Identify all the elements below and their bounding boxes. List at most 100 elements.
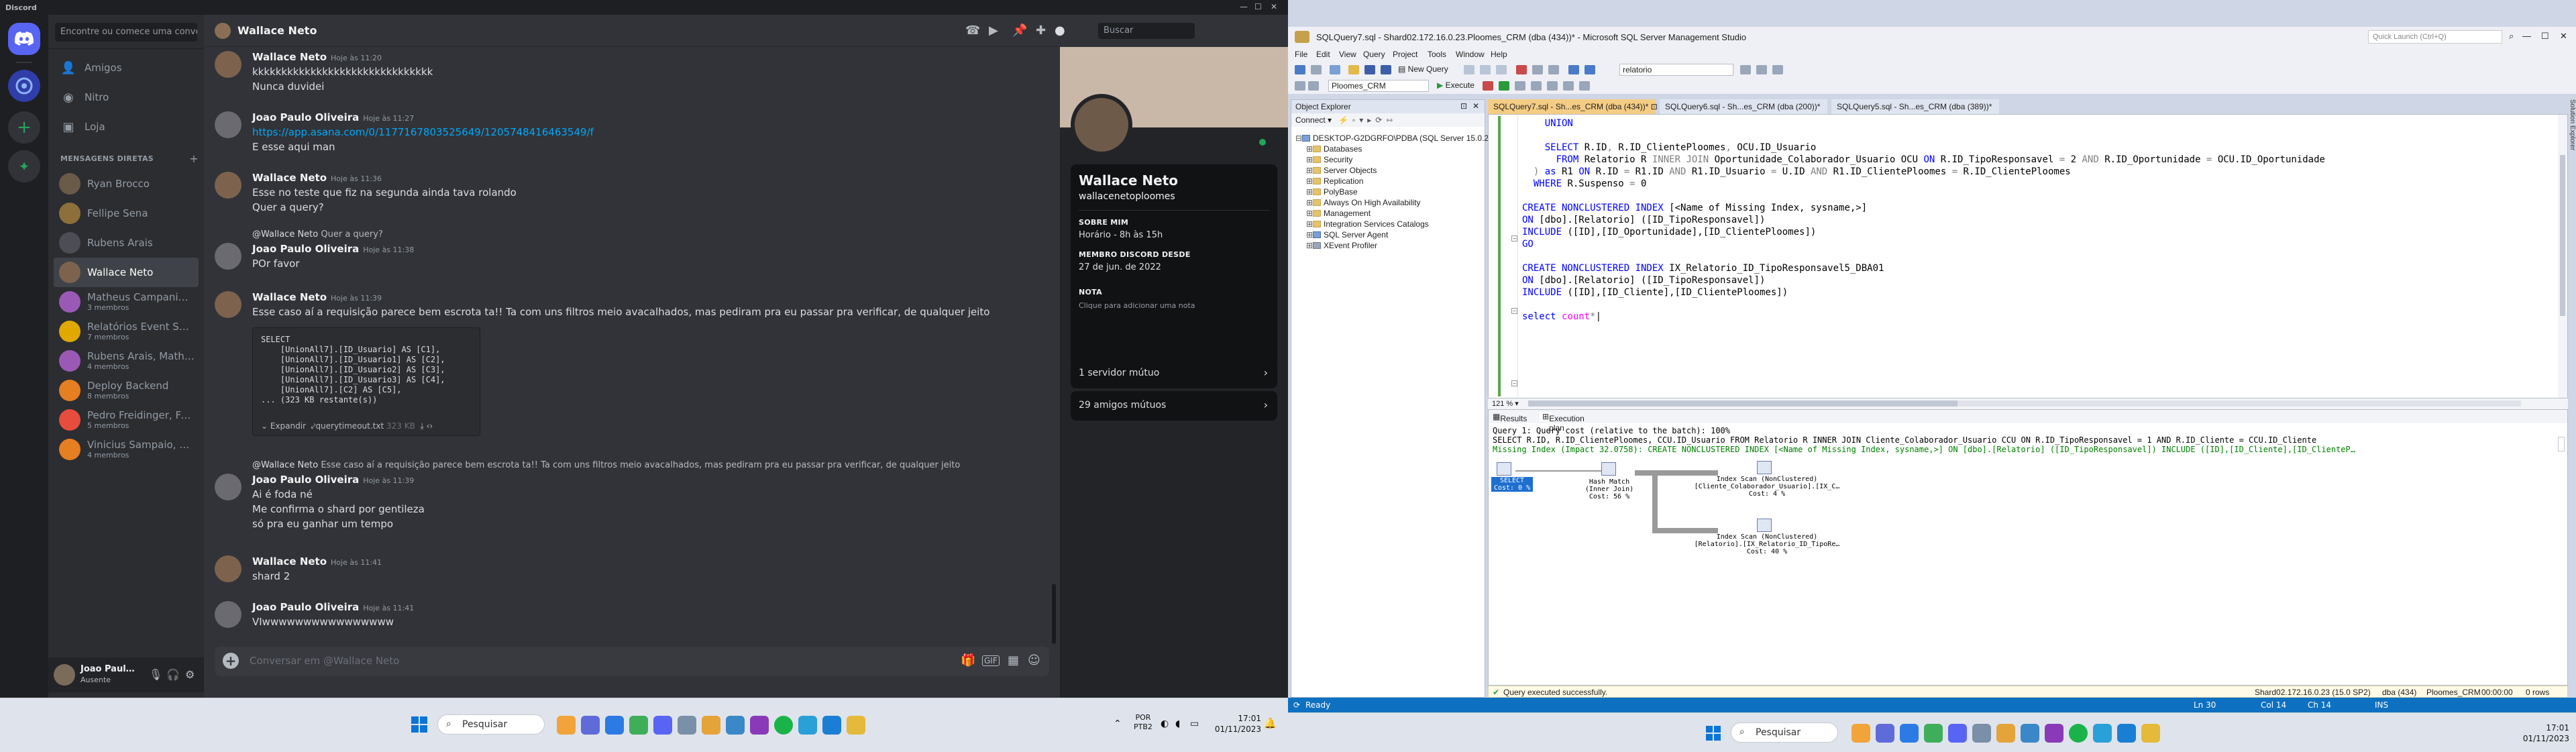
oe-node[interactable]: ⊞ PolyBase <box>1306 187 1358 197</box>
message-author[interactable]: Joao Paulo Oliveira Hoje às 11:38 <box>252 243 414 255</box>
hash-match-operator[interactable]: Hash Match (Inner Join) Cost: 56 % <box>1577 478 1642 500</box>
download-icon[interactable]: ⤓ <box>420 421 423 431</box>
connect-icon[interactable] <box>1295 81 1305 91</box>
connect-button[interactable]: Connect ▾ <box>1295 115 1332 125</box>
app-icon[interactable] <box>2045 724 2063 743</box>
scrollbar-thumb[interactable] <box>2560 155 2565 316</box>
app-icon[interactable] <box>726 716 745 735</box>
menu-query[interactable]: Query <box>1363 50 1385 59</box>
index-scan-icon[interactable] <box>1757 461 1772 474</box>
scrollbar-thumb[interactable] <box>1528 400 1957 407</box>
message-author[interactable]: Joao Paulo Oliveira Hoje às 11:41 <box>252 601 414 613</box>
oe-node[interactable]: ⊞ SQL Server Agent <box>1306 230 1388 239</box>
dm-item[interactable]: Rubens Arais <box>54 228 199 258</box>
windows-start-icon[interactable] <box>411 716 428 733</box>
index-scan-operator[interactable]: Index Scan (NonClustered) [Relatorio].[I… <box>1690 533 1844 555</box>
new-query-button[interactable]: ▤ New Query <box>1398 64 1448 74</box>
group-dm-item[interactable]: Matheus Campanini, … 3 membros <box>54 287 199 317</box>
ssms-app-icon[interactable] <box>678 716 696 735</box>
code-icon[interactable]: ‹› <box>427 421 433 431</box>
vscode-app-icon[interactable] <box>1900 724 1919 743</box>
group-dm-item[interactable]: Deploy Backend 8 membros <box>54 376 199 405</box>
file-explorer-app-icon[interactable] <box>1851 724 1870 743</box>
group-dm-item[interactable]: Relatórios Event Shoo…7 membros <box>54 317 199 346</box>
group-dm-item[interactable]: Pedro Freidinger, Fern…5 membros <box>54 405 199 435</box>
dm-item[interactable]: Ryan Brocco <box>54 169 199 199</box>
avatar[interactable] <box>215 555 241 582</box>
network-icon[interactable]: ◐ <box>1161 718 1169 729</box>
index-scan-operator[interactable]: Index Scan (NonClustered) [Cliente_Colab… <box>1690 476 1844 498</box>
pin-icon[interactable]: ⊡ <box>1460 101 1467 111</box>
avatar[interactable] <box>215 474 241 500</box>
redo-icon[interactable] <box>1585 65 1595 74</box>
dm-item[interactable]: Fellipe Sena <box>54 199 199 228</box>
app-icon[interactable] <box>1996 724 2015 743</box>
tab-results[interactable]: ▦ Results <box>1493 412 1527 423</box>
vscode-app-icon[interactable] <box>605 716 624 735</box>
app-icon[interactable] <box>798 716 817 735</box>
maximize-icon[interactable]: ☐ <box>1254 2 1262 11</box>
nav-friends[interactable]: 👤 Amigos <box>54 54 199 82</box>
avatar[interactable] <box>215 243 241 270</box>
message-author[interactable]: Wallace Neto Hoje às 11:20 <box>252 51 382 63</box>
menu-file[interactable]: File <box>1295 50 1307 59</box>
message-author[interactable]: Wallace Neto Hoje às 11:39 <box>252 291 382 303</box>
language-indicator[interactable]: POR PTB2 <box>1134 713 1152 732</box>
voice-call-icon[interactable]: ☎ <box>965 23 980 38</box>
app-icon[interactable] <box>702 716 720 735</box>
oe-node[interactable]: ⊞ Replication <box>1306 176 1363 186</box>
fold-icon[interactable]: − <box>1511 235 1517 241</box>
conversation-search-button[interactable]: Encontre ou comece uma conver… <box>55 23 197 42</box>
settings-gear-icon[interactable]: ⚙ <box>185 668 195 681</box>
oe-tool-icons[interactable]: ⚡▫▾▸⟳⇿ <box>1338 115 1397 125</box>
group-dm-item[interactable]: Rubens Arais, Matheu…4 membros <box>54 346 199 376</box>
mutual-servers-row[interactable]: 1 servidor mútuo › <box>1071 359 1277 388</box>
stop-icon[interactable] <box>1483 81 1493 91</box>
parse-icon[interactable] <box>1499 81 1509 91</box>
reply-preview[interactable]: @Wallace Neto Quer a query? <box>252 229 383 239</box>
minimize-icon[interactable]: — <box>1240 2 1248 11</box>
teams-app-icon[interactable] <box>1876 724 1894 743</box>
expand-button[interactable]: ⌄ Expandir <box>261 421 306 431</box>
scrollbar[interactable] <box>1052 584 1056 644</box>
microphone-icon[interactable]: 🎙 <box>149 668 162 681</box>
cut-icon[interactable] <box>1516 65 1527 74</box>
select-operator-icon[interactable] <box>1497 462 1511 476</box>
message-author[interactable]: Joao Paulo Oliveira Hoje às 11:39 <box>252 474 414 486</box>
message-composer[interactable]: + Conversar em @Wallace Neto 🎁 GIF ▦ ☺ <box>215 647 1049 676</box>
scroll-indicator[interactable] <box>2558 437 2565 451</box>
oe-node[interactable]: ⊞ Security <box>1306 155 1352 164</box>
avatar[interactable] <box>215 291 241 318</box>
hash-match-icon[interactable] <box>1601 462 1616 476</box>
horizontal-scrollbar[interactable] <box>1528 400 2521 407</box>
app-icon[interactable] <box>2021 724 2039 743</box>
user-avatar[interactable] <box>54 664 75 686</box>
document-tab-active[interactable]: SQLQuery7.sql - Sh...es_CRM (dba (434))*… <box>1488 99 1666 114</box>
fold-icon[interactable]: − <box>1511 308 1517 314</box>
toolbar-icon[interactable] <box>1756 65 1767 74</box>
headphones-icon[interactable]: 🎧 <box>166 668 180 681</box>
battery-icon[interactable]: ▭ <box>1190 718 1199 729</box>
attachment-filename[interactable]: querytimeout.txt <box>315 421 384 431</box>
discord-app-icon[interactable] <box>653 716 672 735</box>
app-icon[interactable] <box>750 716 769 735</box>
chrome-app-icon[interactable] <box>629 716 648 735</box>
search-input[interactable]: Buscar <box>1098 23 1195 39</box>
plan-icon[interactable] <box>1515 81 1525 91</box>
avatar[interactable] <box>215 601 241 628</box>
upload-plus-icon[interactable]: + <box>223 653 239 669</box>
document-tab[interactable]: SQLQuery6.sql - Sh...es_CRM (dba (200))* <box>1660 99 1827 114</box>
sql-editor[interactable]: − − − UNION SELECT R.ID, R.ID_ClientePlo… <box>1488 114 2568 398</box>
server-icon[interactable] <box>8 70 40 102</box>
save-icon[interactable] <box>1364 65 1375 74</box>
paste-icon[interactable] <box>1548 65 1559 74</box>
toolbar-icon[interactable] <box>1772 65 1783 74</box>
emoji-icon[interactable]: ☺ <box>1028 653 1040 667</box>
oe-node[interactable]: ⊞ Management <box>1306 209 1371 218</box>
menu-window[interactable]: Window <box>1456 50 1485 59</box>
database-select[interactable]: Ploomes_CRM <box>1328 80 1429 92</box>
copy-icon[interactable] <box>1532 65 1543 74</box>
vertical-scrollbar[interactable] <box>2558 115 2567 398</box>
oe-node[interactable]: ⊞ XEvent Profiler <box>1306 241 1377 250</box>
oe-node[interactable]: ⊞ Server Objects <box>1306 166 1377 175</box>
